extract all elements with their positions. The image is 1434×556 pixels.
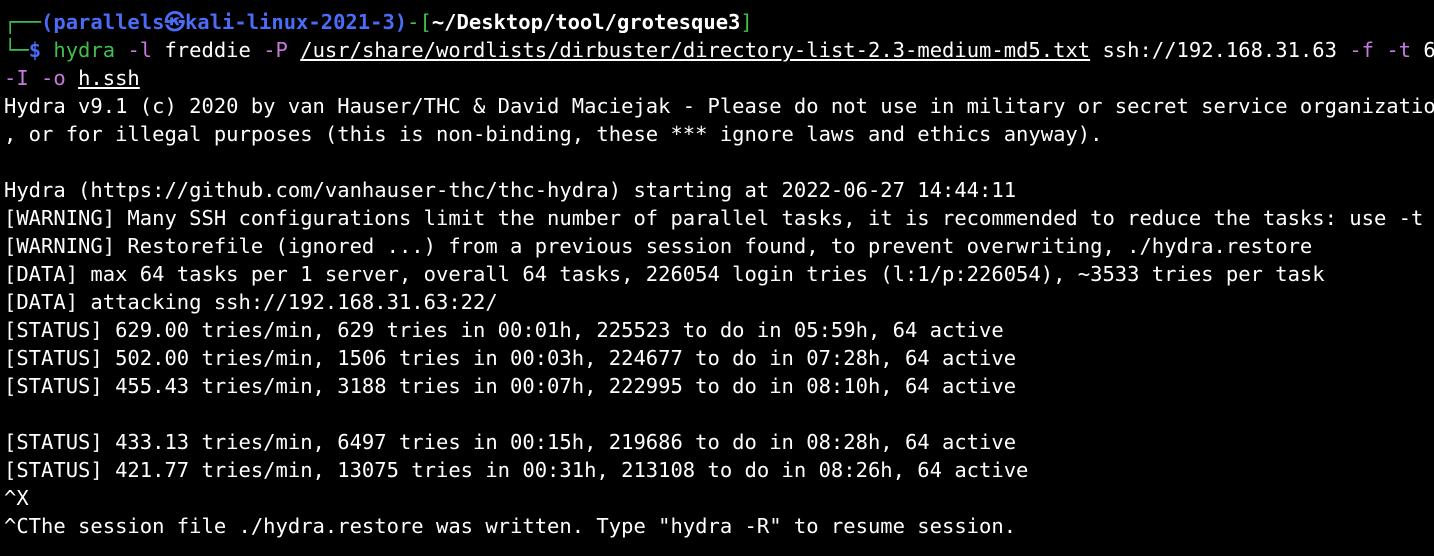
output-line: ^X bbox=[4, 486, 29, 510]
command-flag-o: -o bbox=[41, 66, 66, 90]
output-line: [STATUS] 433.13 tries/min, 6497 tries in… bbox=[4, 430, 1017, 454]
command-flag-I: -I bbox=[4, 66, 29, 90]
command-flag-l: -l bbox=[127, 38, 153, 62]
command-wordlist-arg: /usr/share/wordlists/dirbuster/directory… bbox=[300, 38, 1091, 62]
output-line: [STATUS] 421.77 tries/min, 13075 tries i… bbox=[4, 458, 1029, 482]
prompt-line-top: ┌──(parallels㉿kali-linux-2021-3)-[~/Desk… bbox=[4, 8, 1434, 36]
output-line: [STATUS] 455.43 tries/min, 3188 tries in… bbox=[4, 374, 1017, 398]
prompt-corner-top: ┌── bbox=[4, 10, 42, 34]
command-threads-arg: 64 bbox=[1423, 38, 1434, 62]
prompt-close-bracket: ] bbox=[740, 10, 753, 34]
prompt-at-symbol: ㉿ bbox=[164, 10, 185, 34]
output-line: ^CThe session file ./hydra.restore was w… bbox=[4, 514, 1017, 538]
output-line: Hydra v9.1 (c) 2020 by van Hauser/THC & … bbox=[4, 94, 1434, 118]
command-line-wrap[interactable]: -I -o h.ssh bbox=[4, 64, 1434, 92]
prompt-open-bracket: [ bbox=[419, 10, 432, 34]
command-name: hydra bbox=[53, 38, 116, 62]
command-user-arg: freddie bbox=[164, 38, 251, 62]
command-line[interactable]: └─$ hydra -l freddie -P /usr/share/wordl… bbox=[4, 36, 1434, 64]
output-line: [STATUS] 502.00 tries/min, 1506 tries in… bbox=[4, 346, 1017, 370]
output-line: [WARNING] Many SSH configurations limit … bbox=[4, 206, 1434, 230]
prompt-path: ~/Desktop/tool/grotesque3 bbox=[431, 10, 741, 34]
output-line: , or for illegal purposes (this is non-b… bbox=[4, 122, 1103, 146]
output-line: [WARNING] Restorefile (ignored ...) from… bbox=[4, 234, 1313, 258]
prompt-corner-bottom: └─ bbox=[4, 38, 29, 62]
prompt-dash: - bbox=[407, 10, 420, 34]
prompt-user: parallels bbox=[53, 10, 165, 34]
output-line: [DATA] attacking ssh://192.168.31.63:22/ bbox=[4, 290, 498, 314]
output-line: [STATUS] 629.00 tries/min, 629 tries in … bbox=[4, 318, 1004, 342]
command-target-arg: ssh://192.168.31.63 bbox=[1102, 38, 1337, 62]
command-flag-f: -f bbox=[1349, 38, 1375, 62]
command-flag-P: -P bbox=[263, 38, 288, 62]
prompt-host: kali-linux-2021-3 bbox=[184, 10, 395, 34]
command-flag-t: -t bbox=[1386, 38, 1412, 62]
prompt-dollar: $ bbox=[28, 38, 42, 62]
output-line: [DATA] max 64 tasks per 1 server, overal… bbox=[4, 262, 1325, 286]
prompt-open-paren: ( bbox=[41, 10, 54, 34]
terminal-window[interactable]: ┌──(parallels㉿kali-linux-2021-3)-[~/Desk… bbox=[0, 0, 1434, 556]
output-line: Hydra (https://github.com/vanhauser-thc/… bbox=[4, 178, 1017, 202]
command-outfile-arg: h.ssh bbox=[78, 66, 140, 90]
prompt-close-paren: ) bbox=[394, 10, 408, 34]
